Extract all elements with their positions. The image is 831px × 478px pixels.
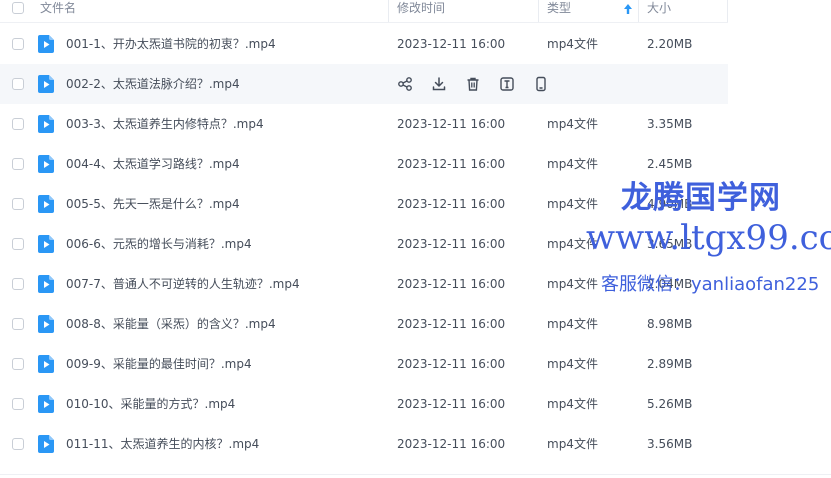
video-file-icon [38,115,54,133]
row-checkbox[interactable] [12,318,24,330]
file-modified-time: 2023-12-11 16:00 [397,277,506,291]
file-size: 2.89MB [647,357,693,371]
table-row[interactable]: 004-4、太炁道学习路线？.mp4 2023-12-11 16:00 mp4文件 2… [0,144,728,184]
row-checkbox[interactable] [12,78,24,90]
video-file-icon [38,195,54,213]
video-file-icon [38,395,54,413]
file-name[interactable]: 009-9、采能量的最佳时间？.mp4 [66,344,252,384]
file-name[interactable]: 004-4、太炁道学习路线？.mp4 [66,144,240,184]
file-size: 5.26MB [647,397,693,411]
row-checkbox[interactable] [12,38,24,50]
column-divider[interactable] [727,0,728,22]
file-name[interactable]: 010-10、采能量的方式？.mp4 [66,384,235,424]
file-modified-time: 2023-12-11 16:00 [397,237,506,251]
row-checkbox[interactable] [12,238,24,250]
table-row[interactable]: 001-1、开办太炁道书院的初衷？.mp4 2023-12-11 16:00 mp4… [0,24,728,64]
video-file-icon [38,275,54,293]
row-checkbox[interactable] [12,358,24,370]
video-file-icon [38,75,54,93]
table-row[interactable]: 011-11、太炁道养生的内核？.mp4 2023-12-11 16:00 mp4文… [0,424,728,464]
column-divider[interactable] [388,0,389,22]
row-checkbox[interactable] [12,198,24,210]
file-type: mp4文件 [547,437,598,451]
rename-icon[interactable] [499,76,515,92]
column-header-name[interactable]: 文件名 [40,0,76,22]
row-checkbox[interactable] [12,278,24,290]
file-name[interactable]: 008-8、采能量（采炁）的含义？.mp4 [66,304,276,344]
file-modified-time: 2023-12-11 16:00 [397,357,506,371]
file-modified-time: 2023-12-11 16:00 [397,157,506,171]
file-size: 8.98MB [647,317,693,331]
column-header-type[interactable]: 类型 [547,0,571,22]
file-type: mp4文件 [547,357,598,371]
file-name[interactable]: 001-1、开办太炁道书院的初衷？.mp4 [66,24,276,64]
select-all-checkbox[interactable] [12,2,24,14]
file-name[interactable]: 003-3、太炁道养生内修特点？.mp4 [66,104,264,144]
column-header-modified[interactable]: 修改时间 [397,0,445,22]
table-row[interactable]: 009-9、采能量的最佳时间？.mp4 2023-12-11 16:00 mp4文件… [0,344,728,384]
sort-ascending-icon[interactable] [623,3,633,15]
row-checkbox[interactable] [12,158,24,170]
file-modified-time: 2023-12-11 16:00 [397,197,506,211]
row-checkbox[interactable] [12,118,24,130]
video-file-icon [38,355,54,373]
file-list: 文件名 修改时间 类型 大小 001-1、开办太炁道书院的初衷？.mp4 2023… [0,0,831,478]
file-name[interactable]: 006-6、元炁的增长与消耗？.mp4 [66,224,252,264]
table-row[interactable]: 002-2、太炁道法脉介绍？.mp4 [0,64,728,104]
share-icon[interactable] [397,76,413,92]
row-checkbox[interactable] [12,438,24,450]
file-type: mp4文件 [547,317,598,331]
video-file-icon [38,155,54,173]
column-divider[interactable] [538,0,539,22]
file-size: 3.35MB [647,117,693,131]
video-file-icon [38,235,54,253]
row-checkbox[interactable] [12,398,24,410]
file-size: 2.20MB [647,37,693,51]
list-bottom-divider [0,474,831,475]
file-modified-time: 2023-12-11 16:00 [397,317,506,331]
phone-icon[interactable] [533,76,549,92]
file-size: 3.56MB [647,437,693,451]
column-header-size[interactable]: 大小 [647,0,671,22]
watermark-site-name: 龙腾国学网 [621,180,781,216]
delete-icon[interactable] [465,76,481,92]
file-modified-time: 2023-12-11 16:00 [397,37,506,51]
table-row[interactable]: 003-3、太炁道养生内修特点？.mp4 2023-12-11 16:00 mp4文… [0,104,728,144]
column-divider[interactable] [638,0,639,22]
file-type: mp4文件 [547,277,598,291]
video-file-icon [38,35,54,53]
watermark-site-url: www.ltgx99.com [586,218,831,258]
video-file-icon [38,435,54,453]
file-name[interactable]: 011-11、太炁道养生的内核？.mp4 [66,424,259,464]
file-name[interactable]: 007-7、普通人不可逆转的人生轨迹？.mp4 [66,264,300,304]
download-icon[interactable] [431,76,447,92]
file-type: mp4文件 [547,157,598,171]
video-file-icon [38,315,54,333]
table-row[interactable]: 008-8、采能量（采炁）的含义？.mp4 2023-12-11 16:00 mp4… [0,304,728,344]
file-name[interactable]: 005-5、先天一炁是什么？.mp4 [66,184,240,224]
table-row[interactable]: 010-10、采能量的方式？.mp4 2023-12-11 16:00 mp4文件 5… [0,384,728,424]
file-modified-time: 2023-12-11 16:00 [397,397,506,411]
file-type: mp4文件 [547,397,598,411]
table-header: 文件名 修改时间 类型 大小 [0,0,728,23]
file-modified-time: 2023-12-11 16:00 [397,117,506,131]
file-name[interactable]: 002-2、太炁道法脉介绍？.mp4 [66,64,240,104]
watermark-contact: 客服微信：yanliaofan225 [601,274,820,295]
file-modified-time: 2023-12-11 16:00 [397,437,506,451]
file-type: mp4文件 [547,37,598,51]
file-type: mp4文件 [547,117,598,131]
